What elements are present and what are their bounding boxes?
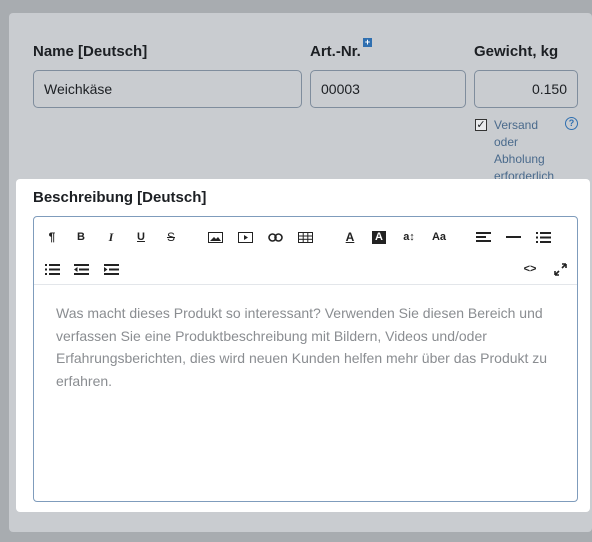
- italic-icon[interactable]: I: [100, 226, 122, 248]
- video-icon[interactable]: [234, 226, 256, 248]
- align-left-icon[interactable]: [472, 226, 494, 248]
- font-color-icon[interactable]: A: [339, 226, 361, 248]
- description-label: Beschreibung [Deutsch]: [33, 189, 207, 206]
- unordered-list-icon[interactable]: [532, 226, 554, 248]
- shipping-required-checkbox[interactable]: ✓: [475, 119, 487, 131]
- strikethrough-icon[interactable]: S: [160, 226, 182, 248]
- description-placeholder: Was macht dieses Produkt so interessant?…: [56, 305, 548, 389]
- weight-input[interactable]: 0.150: [474, 70, 578, 108]
- indent-icon[interactable]: [100, 258, 122, 280]
- shipping-required-label[interactable]: Versand oder Abholung erforderlich: [494, 117, 560, 181]
- image-icon[interactable]: [204, 226, 226, 248]
- sku-label: Art.-Nr.: [310, 43, 361, 60]
- fullscreen-icon[interactable]: [549, 258, 571, 280]
- name-input[interactable]: Weichkäse: [33, 70, 302, 108]
- ordered-list-icon[interactable]: [41, 258, 63, 280]
- name-label: Name [Deutsch]: [33, 43, 148, 60]
- editor-toolbar: ¶ B I U S A A a↕ Aa <>: [34, 217, 577, 285]
- paragraph-icon[interactable]: ¶: [41, 226, 63, 248]
- underline-icon[interactable]: U: [130, 226, 152, 248]
- help-icon[interactable]: ?: [565, 117, 578, 130]
- bold-icon[interactable]: B: [70, 226, 92, 248]
- table-icon[interactable]: [294, 226, 316, 248]
- code-view-icon[interactable]: <>: [519, 258, 541, 280]
- font-family-icon[interactable]: Aa: [428, 226, 450, 248]
- weight-label: Gewicht, kg: [474, 43, 559, 60]
- link-icon[interactable]: [264, 226, 286, 248]
- generate-sku-icon[interactable]: +: [363, 38, 372, 47]
- horizontal-rule-icon[interactable]: [502, 226, 524, 248]
- sku-input[interactable]: 00003: [310, 70, 466, 108]
- background-color-icon[interactable]: A: [368, 226, 390, 248]
- font-size-icon[interactable]: a↕: [398, 226, 420, 248]
- outdent-icon[interactable]: [70, 258, 92, 280]
- description-editor[interactable]: ¶ B I U S A A a↕ Aa <> Was macht dieses …: [33, 216, 578, 502]
